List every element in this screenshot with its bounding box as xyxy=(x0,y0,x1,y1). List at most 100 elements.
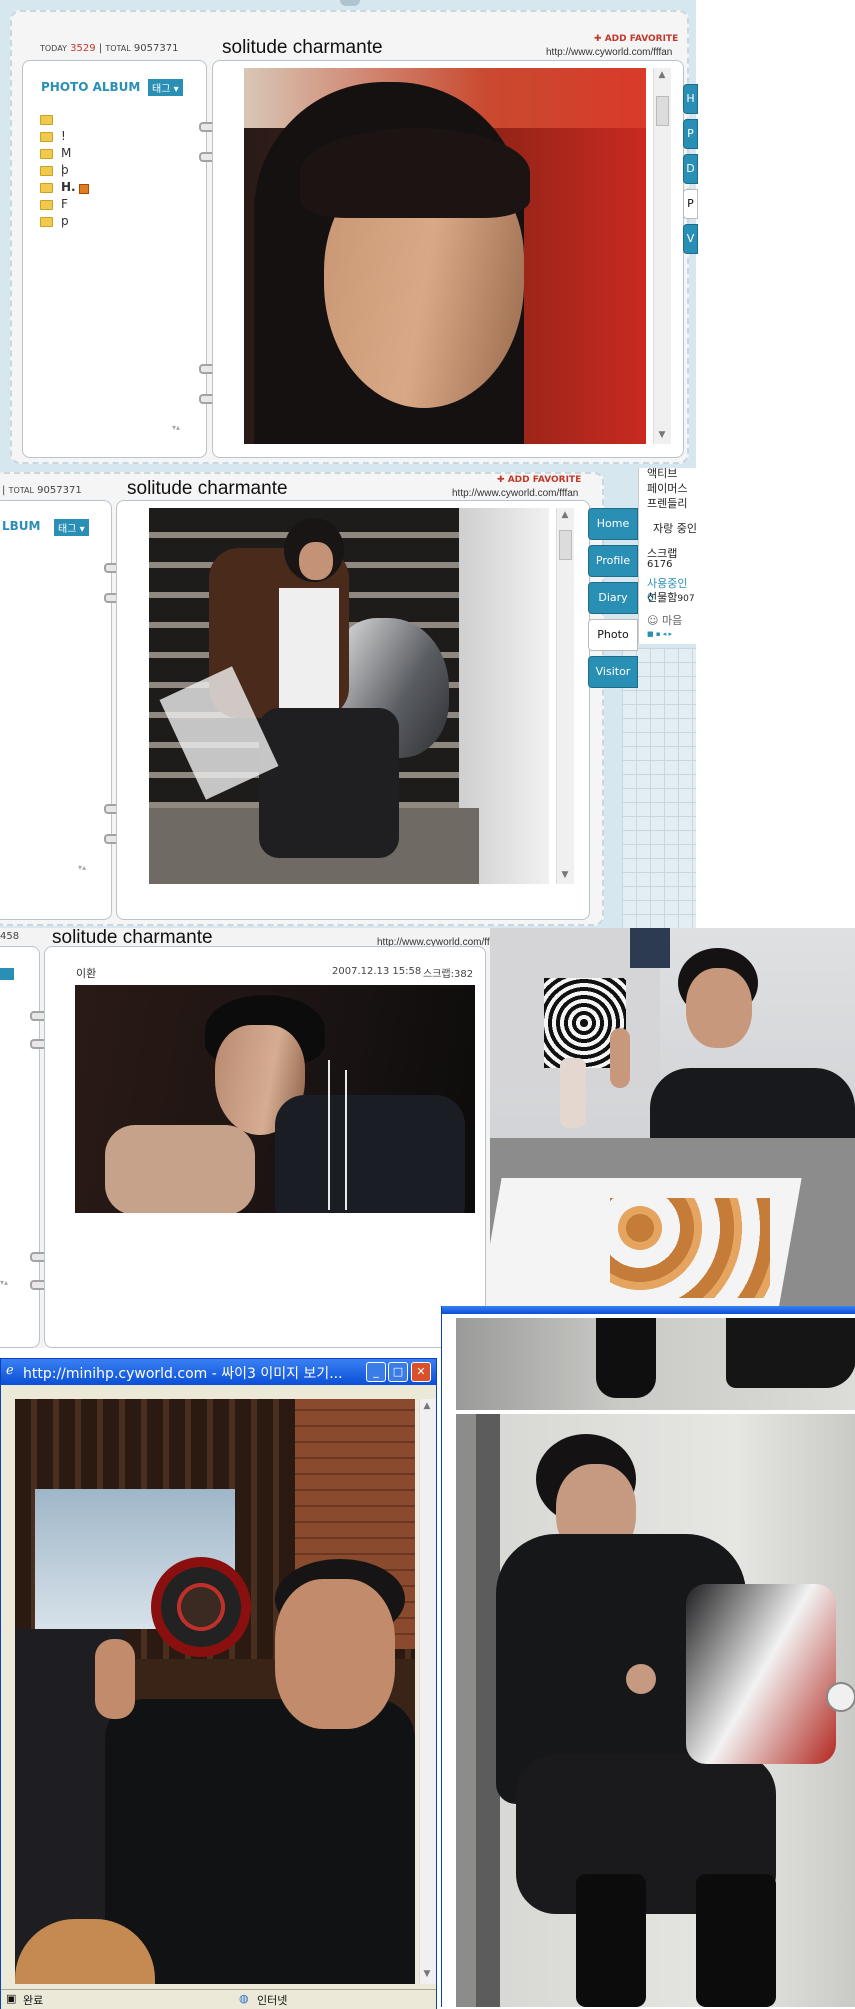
left-panel xyxy=(0,500,112,920)
folder-item[interactable]: ! xyxy=(40,129,66,145)
tab-profile[interactable]: Profile xyxy=(588,545,638,577)
homepage-url[interactable]: http://www.cyworld.com/fffan xyxy=(452,488,578,499)
popup-scrollbar[interactable]: ▲ ▼ xyxy=(419,1399,436,1984)
tab-4[interactable]: V xyxy=(683,224,698,254)
window-title: http://minihp.cyworld.com - 싸이3 이미지 보기..… xyxy=(23,1366,343,1382)
status-bar: ▣ 완료 ◍ 인터넷 xyxy=(1,1989,436,2009)
scroll-thumb[interactable] xyxy=(559,530,572,560)
tag-button-label: 태그 xyxy=(58,524,77,535)
zone-text: 인터넷 xyxy=(257,1994,288,2007)
screenshot-2: | TOTAL 9057371 solitude charmante ✚ ADD… xyxy=(0,468,697,928)
smile-icon: ☺ xyxy=(647,614,662,627)
player-controls[interactable]: ■ ▪ ◂ ▸ xyxy=(647,630,672,638)
add-favorite-link[interactable]: ✚ ADD FAVORITE xyxy=(497,475,581,485)
add-favorite-label: ADD FAVORITE xyxy=(604,34,679,44)
maximize-button[interactable]: □ xyxy=(388,1362,408,1382)
scroll-down-icon[interactable]: ▼ xyxy=(560,870,570,880)
photo-sitting-floor xyxy=(456,1414,855,2007)
mood-label: 마음 xyxy=(661,614,683,627)
scrap-label: 스크랩 xyxy=(423,969,451,980)
top-notch xyxy=(340,0,360,6)
scroll-up-icon[interactable]: ▲ xyxy=(560,510,570,520)
folder-item[interactable] xyxy=(40,112,61,128)
total-label: TOTAL xyxy=(105,44,131,53)
side-item-mood[interactable]: ☺ 마음 xyxy=(647,612,682,628)
scroll-up-icon[interactable]: ▲ xyxy=(657,70,667,80)
tab-0[interactable]: H xyxy=(683,84,698,114)
gift-label: 선물함 xyxy=(647,591,678,604)
folder-label: ! xyxy=(61,129,66,143)
folder-icon xyxy=(40,199,53,210)
homepage-url[interactable]: http://www.cyworld.com/fffan xyxy=(546,47,672,58)
tab-photo[interactable]: Photo xyxy=(588,619,638,651)
tab-1[interactable]: P xyxy=(683,119,698,149)
plus-icon: ✚ xyxy=(497,475,508,485)
folder-icon xyxy=(40,131,53,142)
window-titlebar[interactable]: ℯ http://minihp.cyworld.com - 싸이3 이미지 보기… xyxy=(1,1359,436,1385)
scroll-arrows-icon: ▾▴ xyxy=(78,863,87,872)
author-name[interactable]: 이환 xyxy=(76,965,96,981)
page-title: solitude charmante xyxy=(222,37,383,58)
tab-diary[interactable]: Diary xyxy=(588,582,638,614)
side-item-scrap-count: 6176 xyxy=(647,559,673,570)
plus-icon: ✚ xyxy=(594,34,605,44)
total-count: 9057371 xyxy=(37,485,82,496)
visit-counter: | TOTAL 9057371 xyxy=(2,485,82,496)
folder-icon xyxy=(40,216,53,227)
tag-button[interactable] xyxy=(0,968,14,980)
post-date: 2007.12.13 15:58 xyxy=(332,966,422,977)
tab-2[interactable]: D xyxy=(683,154,698,184)
side-item-gift[interactable]: 선물함907 xyxy=(647,589,695,605)
scroll-up-icon[interactable]: ▲ xyxy=(422,1401,432,1411)
photo-sitting-stairs xyxy=(149,508,549,884)
image-viewer-window: ℯ http://minihp.cyworld.com - 싸이3 이미지 보기… xyxy=(0,1358,437,2009)
status-text: 완료 xyxy=(23,1994,44,2007)
add-favorite-link[interactable]: ✚ ADD FAVORITE xyxy=(594,34,678,44)
folder-icon xyxy=(40,182,53,193)
minimize-button[interactable]: _ xyxy=(366,1362,386,1382)
tab-home[interactable]: Home xyxy=(588,508,638,540)
total-label: TOTAL xyxy=(8,486,34,495)
album-title: PHOTO ALBUM xyxy=(41,80,141,94)
tag-button-label: 태그 xyxy=(152,84,171,95)
tab-3[interactable]: P xyxy=(683,189,698,219)
folder-item[interactable]: F xyxy=(40,197,68,213)
scrap-info[interactable]: 스크랩:382 xyxy=(423,965,473,980)
side-item-proud[interactable]: 자랑 중인 xyxy=(653,520,697,536)
grid-background xyxy=(622,648,696,928)
folder-label: þ xyxy=(61,163,69,177)
folder-item[interactable]: þ xyxy=(40,163,69,179)
scroll-arrows-icon: ▾▴ xyxy=(172,423,181,432)
scroll-thumb[interactable] xyxy=(656,96,669,126)
page-icon: ▣ xyxy=(6,1992,17,2005)
tag-button[interactable]: 태그 ▾ xyxy=(148,79,183,96)
folder-item[interactable]: H. xyxy=(40,180,76,196)
photo-earphones xyxy=(75,985,475,1213)
ie-icon: ℯ xyxy=(6,1363,14,1378)
second-window xyxy=(441,1306,855,2007)
scroll-down-icon[interactable]: ▼ xyxy=(422,1969,432,1979)
total-count: 9057371 xyxy=(133,43,179,54)
visit-counter: TODAY 3529 | TOTAL 9057371 xyxy=(40,43,179,54)
ring-tick: ▾▴ xyxy=(0,1278,9,1287)
side-info-panel: 액티브 페이머스 프렌들리 자랑 중인 스크랩 6176 사용중인 0 선물함9… xyxy=(638,468,697,644)
side-item-friendly[interactable]: 프렌들리 xyxy=(647,495,687,511)
folder-item[interactable]: p xyxy=(40,214,69,230)
scrap-count: 382 xyxy=(453,969,474,980)
tag-button[interactable]: 태그 ▾ xyxy=(54,519,89,536)
close-button[interactable]: ✕ xyxy=(411,1362,431,1382)
chevron-down-icon: ▾ xyxy=(76,524,85,535)
side-item-famous[interactable]: 페이머스 xyxy=(647,480,687,496)
page-title: solitude charmante xyxy=(127,478,288,499)
gift-count: 907 xyxy=(677,594,695,604)
scrollbar[interactable]: ▲ ▼ xyxy=(556,508,574,884)
add-favorite-label: ADD FAVORITE xyxy=(507,475,582,485)
tab-visitor[interactable]: Visitor xyxy=(588,656,638,688)
folder-item[interactable]: M xyxy=(40,146,71,162)
window-titlebar[interactable] xyxy=(442,1306,855,1314)
red-badge xyxy=(79,184,89,194)
scroll-down-icon[interactable]: ▼ xyxy=(657,430,667,440)
popup-photo-coffee xyxy=(15,1399,415,1984)
side-count: 458 xyxy=(0,931,20,942)
scrollbar[interactable]: ▲ ▼ xyxy=(653,68,671,444)
